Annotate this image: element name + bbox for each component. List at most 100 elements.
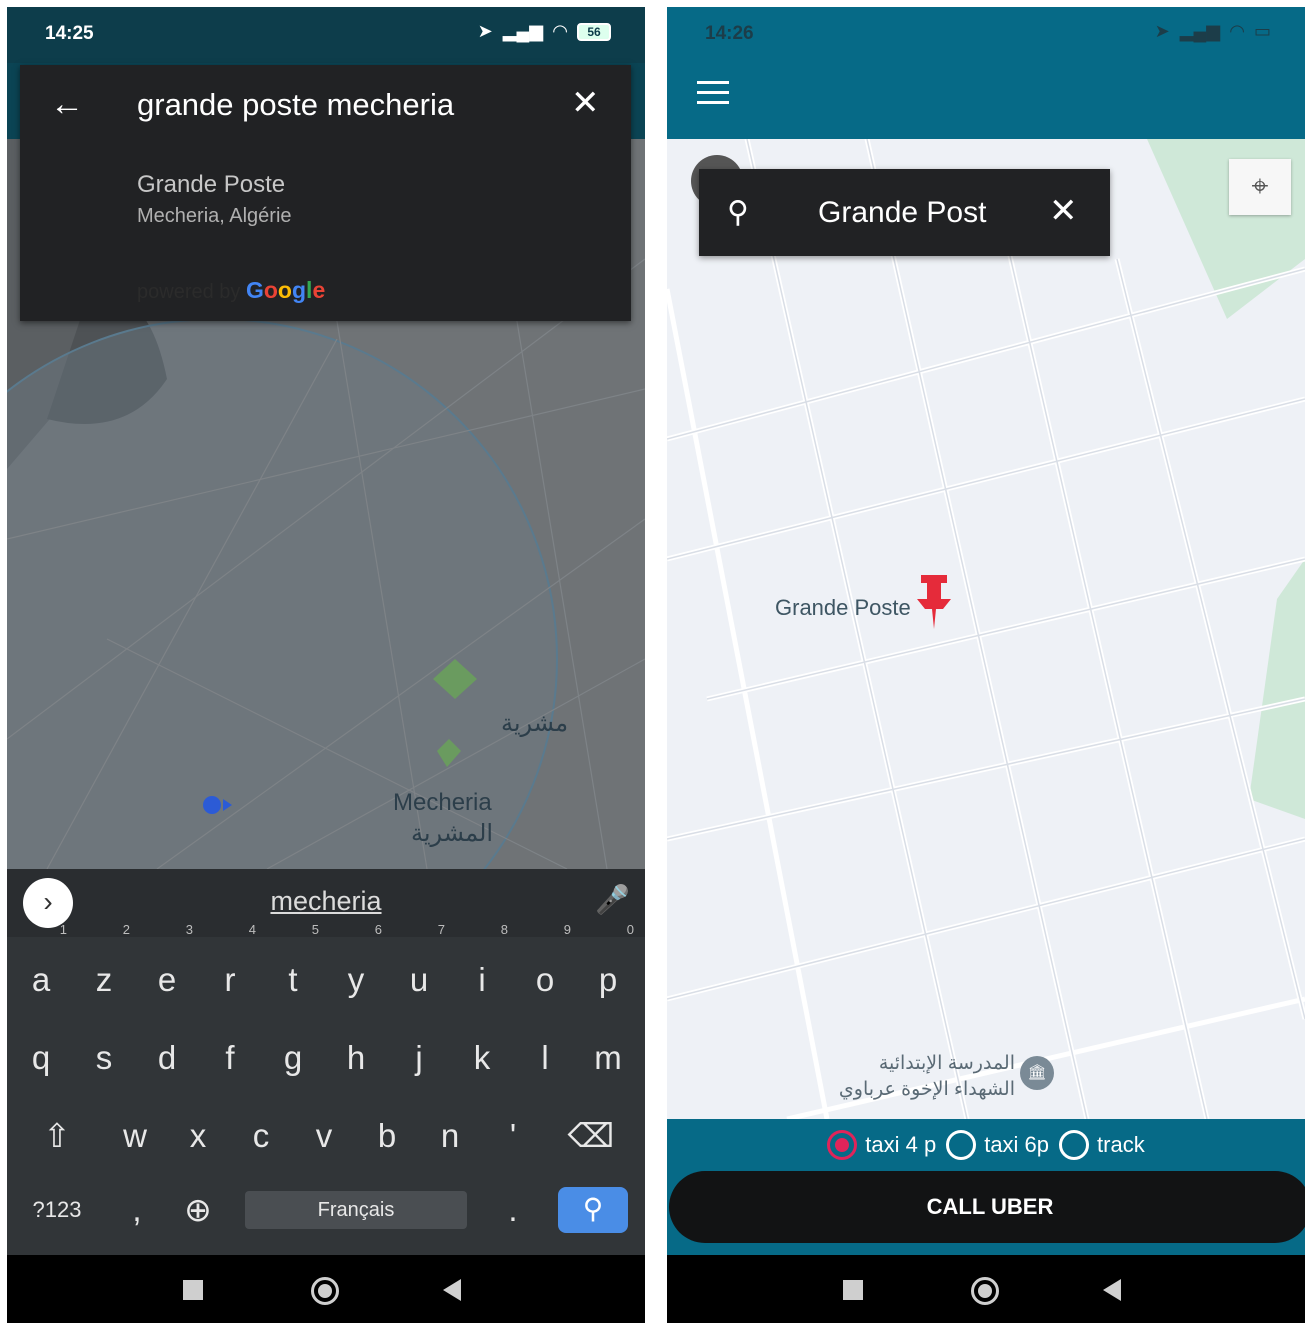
key-letter: o: [535, 961, 555, 998]
key-letter: i: [478, 961, 486, 998]
key-f[interactable]: f: [202, 1023, 258, 1093]
radio-unchecked-icon[interactable]: [1059, 1130, 1090, 1160]
key-k[interactable]: k: [454, 1023, 510, 1093]
key-m[interactable]: m: [580, 1023, 636, 1093]
key-g[interactable]: g: [265, 1023, 321, 1093]
key-letter: y: [347, 961, 365, 998]
vehicle-option[interactable]: track: [1059, 1130, 1145, 1160]
globe-icon[interactable]: ⊕: [170, 1175, 226, 1245]
signal-icon: ▂▄▆: [1179, 21, 1221, 41]
call-uber-button[interactable]: CALL UBER: [669, 1171, 1305, 1243]
key-d[interactable]: d: [139, 1023, 195, 1093]
key-j[interactable]: j: [391, 1023, 447, 1093]
radio-checked-icon[interactable]: [827, 1130, 858, 1160]
my-location-button[interactable]: ⌖: [1229, 159, 1291, 215]
status-time: 14:26: [705, 23, 754, 44]
location-icon: ➤: [1154, 21, 1170, 41]
key-a[interactable]: a1: [13, 923, 69, 1015]
key-o[interactable]: o9: [517, 923, 573, 1015]
status-icons: ➤ ▂▄▆ ◠ 56: [478, 21, 611, 42]
google-letter-e: e: [312, 277, 326, 303]
clear-icon[interactable]: ✕: [571, 83, 600, 123]
home-icon[interactable]: [311, 1277, 339, 1305]
back-arrow-icon[interactable]: ←: [50, 85, 84, 124]
key-letter: t: [288, 961, 298, 998]
key-l[interactable]: l: [517, 1023, 573, 1093]
bottom-bar: CALL UBER: [667, 1171, 1305, 1255]
backspace-key[interactable]: ⌫: [563, 1101, 619, 1171]
home-icon[interactable]: [971, 1277, 999, 1305]
key-t[interactable]: t5: [265, 923, 321, 1015]
hamburger-menu-icon[interactable]: [697, 81, 729, 111]
keyboard-row-1: a1z2e3r4t5y6u7i8o9p0: [7, 923, 645, 1015]
clear-icon[interactable]: ✕: [1049, 191, 1078, 231]
key-h[interactable]: h: [328, 1023, 384, 1093]
map-pin-icon[interactable]: [915, 573, 953, 631]
key-number-hint: 0: [626, 922, 634, 937]
space-key[interactable]: Français: [245, 1191, 467, 1229]
keyboard-row-3: ⇧ ⌫ w x c v b n ': [7, 1101, 645, 1171]
symbols-key[interactable]: ?123: [29, 1175, 85, 1245]
search-bar[interactable]: ⚲ Grande Post ✕: [699, 169, 1110, 256]
key-v[interactable]: v: [296, 1101, 352, 1171]
shift-key[interactable]: ⇧: [29, 1101, 85, 1171]
radio-unchecked-icon[interactable]: [946, 1130, 977, 1160]
powered-by-text: powered by: [137, 281, 246, 303]
comma-key[interactable]: ,: [109, 1175, 165, 1245]
key-z[interactable]: z2: [76, 923, 132, 1015]
recents-icon[interactable]: [183, 1280, 203, 1300]
key-e[interactable]: e3: [139, 923, 195, 1015]
key-q[interactable]: q: [13, 1023, 69, 1093]
key-i[interactable]: i8: [454, 923, 510, 1015]
status-icons: ➤ ▂▄▆ ◠ ▭: [1155, 21, 1271, 42]
map-place-label: Grande Poste: [775, 595, 911, 620]
search-input[interactable]: Grande Post: [818, 196, 1006, 230]
recents-icon[interactable]: [843, 1280, 863, 1300]
key-r[interactable]: r4: [202, 923, 258, 1015]
map-label-arabic: مشرية: [501, 710, 569, 737]
map-view[interactable]: [667, 139, 1305, 1119]
key-number-hint: 6: [374, 922, 382, 937]
key-x[interactable]: x: [170, 1101, 226, 1171]
result-subtitle: Mecheria, Algérie: [137, 205, 292, 227]
status-bar: 14:25 ➤ ▂▄▆ ◠ 56: [7, 7, 645, 63]
key-u[interactable]: u7: [391, 923, 447, 1015]
period-key[interactable]: .: [485, 1175, 541, 1245]
vehicle-option[interactable]: taxi 4 p: [827, 1130, 936, 1160]
key-c[interactable]: c: [233, 1101, 289, 1171]
system-nav-bar: [7, 1255, 645, 1323]
school-icon[interactable]: 🏛: [1020, 1056, 1054, 1090]
google-letter-o1: o: [263, 277, 278, 303]
key-number-hint: 3: [185, 922, 193, 937]
vehicle-option-label: taxi 6p: [984, 1132, 1050, 1157]
key-y[interactable]: y6: [328, 923, 384, 1015]
key-w[interactable]: w: [107, 1101, 163, 1171]
location-icon: ➤: [477, 21, 493, 41]
keyboard-suggestion[interactable]: mecheria: [7, 886, 645, 917]
map-label-city-arabic: المشرية: [411, 820, 494, 847]
app-bar: [667, 63, 1305, 139]
key-n[interactable]: n: [422, 1101, 478, 1171]
result-title: Grande Poste: [137, 171, 286, 198]
key-letter: a: [31, 961, 51, 998]
signal-icon: ▂▄▆: [502, 21, 544, 41]
back-icon[interactable]: [443, 1279, 461, 1301]
search-icon: ⚲: [582, 1193, 604, 1224]
search-key[interactable]: ⚲: [558, 1187, 628, 1233]
vehicle-option[interactable]: taxi 6p: [946, 1130, 1049, 1160]
microphone-icon[interactable]: 🎤: [595, 883, 630, 916]
autocomplete-panel: ← grande poste mecheria ✕ Grande Poste M…: [20, 65, 631, 321]
map-label-city: Mecheria: [393, 789, 492, 816]
search-icon: ⚲: [727, 196, 749, 229]
back-icon[interactable]: [1103, 1279, 1121, 1301]
vehicle-option-label: taxi 4 p: [865, 1132, 937, 1157]
key-s[interactable]: s: [76, 1023, 132, 1093]
key-number-hint: 9: [563, 922, 571, 937]
key-number-hint: 5: [311, 922, 319, 937]
key-apostrophe[interactable]: ': [485, 1101, 541, 1171]
key-b[interactable]: b: [359, 1101, 415, 1171]
search-input[interactable]: grande poste mecheria: [137, 87, 454, 123]
left-phone-screen: 14:25 ➤ ▂▄▆ ◠ 56 مشرية Mecheria المشرية …: [7, 7, 645, 1323]
key-p[interactable]: p0: [580, 923, 636, 1015]
keyboard-suggestion-bar: › mecheria 🎤: [7, 869, 645, 937]
